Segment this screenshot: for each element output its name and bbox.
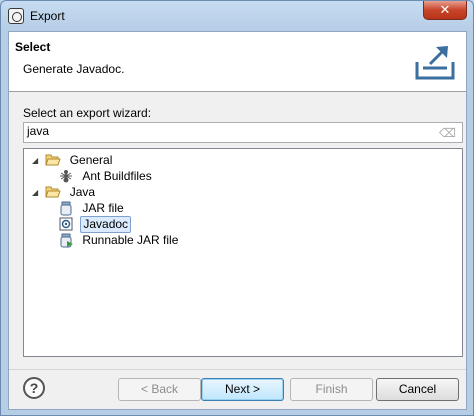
next-button[interactable]: Next > [201, 378, 284, 401]
title-bar: Export ✕ [1, 1, 473, 31]
close-button[interactable]: ✕ [423, 1, 467, 20]
page-description: Generate Javadoc. [23, 62, 125, 76]
export-dialog: Export ✕ Select Generate Javadoc. Select… [0, 0, 474, 416]
help-icon: ? [29, 380, 39, 396]
cancel-button[interactable]: Cancel [376, 378, 459, 401]
javadoc-icon [59, 217, 73, 231]
tree-item-java[interactable]: ◢ Java [32, 184, 97, 201]
filter-value: java [27, 124, 50, 138]
eclipse-icon [8, 8, 24, 24]
wizard-header: Select Generate Javadoc. [9, 32, 466, 92]
dialog-body: Select Generate Javadoc. Select an expor… [8, 31, 467, 410]
wizard-tree[interactable]: ◢ General Ant Buildfiles ◢ Java JAR file… [23, 148, 463, 357]
tree-item-label: JAR file [82, 201, 124, 215]
back-button[interactable]: < Back [118, 378, 201, 401]
finish-button[interactable]: Finish [290, 378, 373, 401]
clear-filter-icon[interactable]: ⌫ [439, 126, 456, 140]
runnable-jar-icon [60, 233, 73, 248]
tree-item-ant-buildfiles[interactable]: Ant Buildfiles [58, 168, 154, 185]
tree-item-javadoc[interactable]: Javadoc [58, 216, 132, 233]
tree-item-label: General [69, 153, 113, 167]
jar-icon [60, 201, 72, 216]
ant-icon [60, 170, 72, 183]
tree-item-runnable-jar-file[interactable]: Runnable JAR file [58, 232, 180, 249]
button-bar-separator [9, 369, 466, 370]
wizard-label: Select an export wizard: [23, 106, 152, 120]
folder-open-icon [45, 154, 62, 166]
tree-item-label: Runnable JAR file [82, 233, 179, 247]
expand-arrow-icon[interactable]: ◢ [32, 152, 42, 169]
close-icon: ✕ [439, 2, 451, 17]
tree-item-general[interactable]: ◢ General [32, 152, 114, 169]
export-icon [415, 46, 455, 80]
tree-item-label: Java [69, 185, 96, 199]
tree-item-jar-file[interactable]: JAR file [58, 200, 126, 217]
page-title: Select [15, 40, 51, 54]
help-button[interactable]: ? [23, 377, 45, 399]
tree-item-label: Javadoc [80, 216, 132, 233]
window-title: Export [30, 9, 65, 23]
expand-arrow-icon[interactable]: ◢ [32, 184, 42, 201]
folder-open-icon [45, 186, 62, 198]
filter-input[interactable]: java ⌫ [23, 122, 463, 143]
tree-item-label: Ant Buildfiles [82, 169, 152, 183]
